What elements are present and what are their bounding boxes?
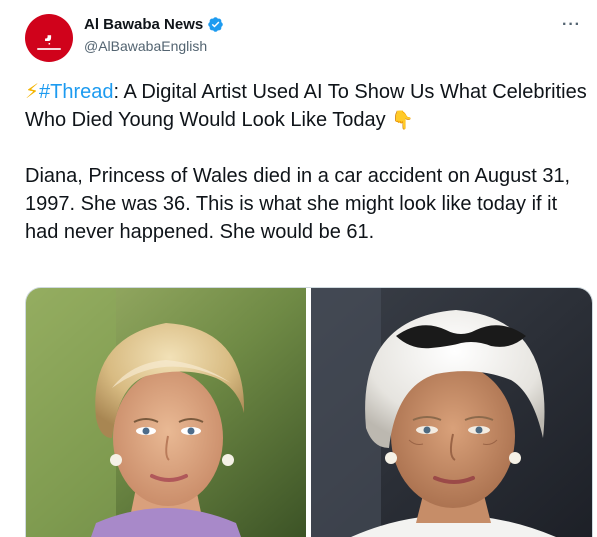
hashtag-link[interactable]: #Thread <box>39 81 114 103</box>
more-options-icon[interactable]: ··· <box>562 16 581 34</box>
tweet-text: ⚡#Thread: A Digital Artist Used AI To Sh… <box>25 78 587 246</box>
photo-right[interactable] <box>311 288 592 537</box>
media-grid[interactable] <box>25 287 593 537</box>
photo-left[interactable] <box>26 288 306 537</box>
avatar-logo-underline <box>37 47 61 50</box>
tweet[interactable]: ﺑ Al Bawaba News @AlBawabaEnglish ··· ⚡#… <box>0 0 597 537</box>
photo-right-image <box>311 288 592 537</box>
photo-left-image <box>26 288 306 537</box>
pointing-down-icon: 👇 <box>391 110 414 130</box>
verified-badge-icon <box>208 17 223 32</box>
lightning-icon: ⚡ <box>25 81 40 103</box>
display-name-row: Al Bawaba News <box>84 16 224 33</box>
handle[interactable]: @AlBawabaEnglish <box>84 38 224 54</box>
avatar-logo: ﺑ <box>45 23 53 46</box>
tweet-paragraph-2: Diana, Princess of Wales died in a car a… <box>25 165 571 243</box>
display-name[interactable]: Al Bawaba News <box>84 16 203 33</box>
tweet-paragraph-1: ⚡#Thread: A Digital Artist Used AI To Sh… <box>25 78 587 134</box>
avatar[interactable]: ﺑ <box>25 14 73 62</box>
author-info: Al Bawaba News @AlBawabaEnglish <box>84 16 224 54</box>
